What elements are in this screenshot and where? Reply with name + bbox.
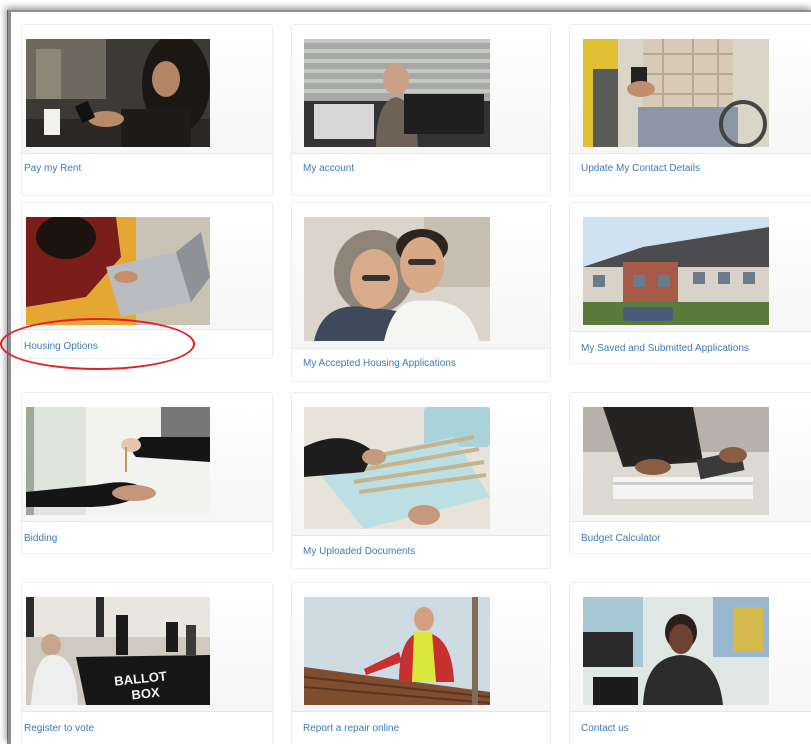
file-folders-photo: [304, 407, 490, 529]
calculator-photo: [583, 407, 769, 515]
tile-bidding[interactable]: Bidding: [21, 392, 273, 554]
keys-handover-photo: [26, 407, 210, 515]
tile-register-to-vote[interactable]: BALLOT BOX Register to vote: [21, 582, 273, 744]
roof-repair-photo: [304, 597, 490, 705]
happy-couple-photo: [304, 217, 490, 341]
tile-pay-my-rent[interactable]: Pay my Rent: [21, 24, 273, 196]
tile-label: Housing Options: [24, 341, 98, 352]
tile-label: My Saved and Submitted Applications: [581, 343, 749, 354]
tile-budget-calculator[interactable]: Budget Calculator: [569, 392, 811, 554]
tile-housing-options[interactable]: Housing Options: [21, 202, 273, 359]
tile-label: Budget Calculator: [581, 533, 661, 544]
tile-my-saved-and-submitted-applications[interactable]: My Saved and Submitted Applications: [569, 202, 811, 364]
tile-label: My account: [303, 163, 355, 174]
tile-label: Register to vote: [24, 723, 95, 734]
tile-my-uploaded-documents[interactable]: My Uploaded Documents: [291, 392, 551, 569]
woman-phone-coffee-photo: [26, 39, 210, 147]
terraced-houses-photo: [583, 217, 769, 325]
tile-update-my-contact-details[interactable]: Update My Contact Details: [569, 24, 811, 196]
tile-label: Report a repair online: [303, 723, 400, 734]
tile-label: My Uploaded Documents: [303, 546, 416, 557]
woman-laptop-photo: [26, 217, 210, 325]
tile-label: Pay my Rent: [24, 163, 82, 174]
man-headset-office-photo: [304, 39, 490, 147]
ballot-box-photo: BALLOT BOX: [26, 597, 210, 705]
tile-my-account[interactable]: My account: [291, 24, 551, 196]
tile-report-a-repair-online[interactable]: Report a repair online: [291, 582, 551, 744]
tile-label: My Accepted Housing Applications: [303, 358, 456, 369]
tile-contact-us[interactable]: Contact us: [569, 582, 811, 744]
call-centre-photo: [583, 597, 769, 705]
tile-label: Update My Contact Details: [581, 163, 700, 174]
tile-label: Bidding: [24, 533, 58, 544]
ballot-text: BOX: [131, 685, 161, 703]
tile-my-accepted-housing-applications[interactable]: My Accepted Housing Applications: [291, 202, 551, 382]
wheelchair-phone-photo: [583, 39, 769, 147]
screenshot-frame: Pay my Rent My account Update My Contact…: [8, 10, 811, 744]
tile-label: Contact us: [581, 723, 629, 734]
